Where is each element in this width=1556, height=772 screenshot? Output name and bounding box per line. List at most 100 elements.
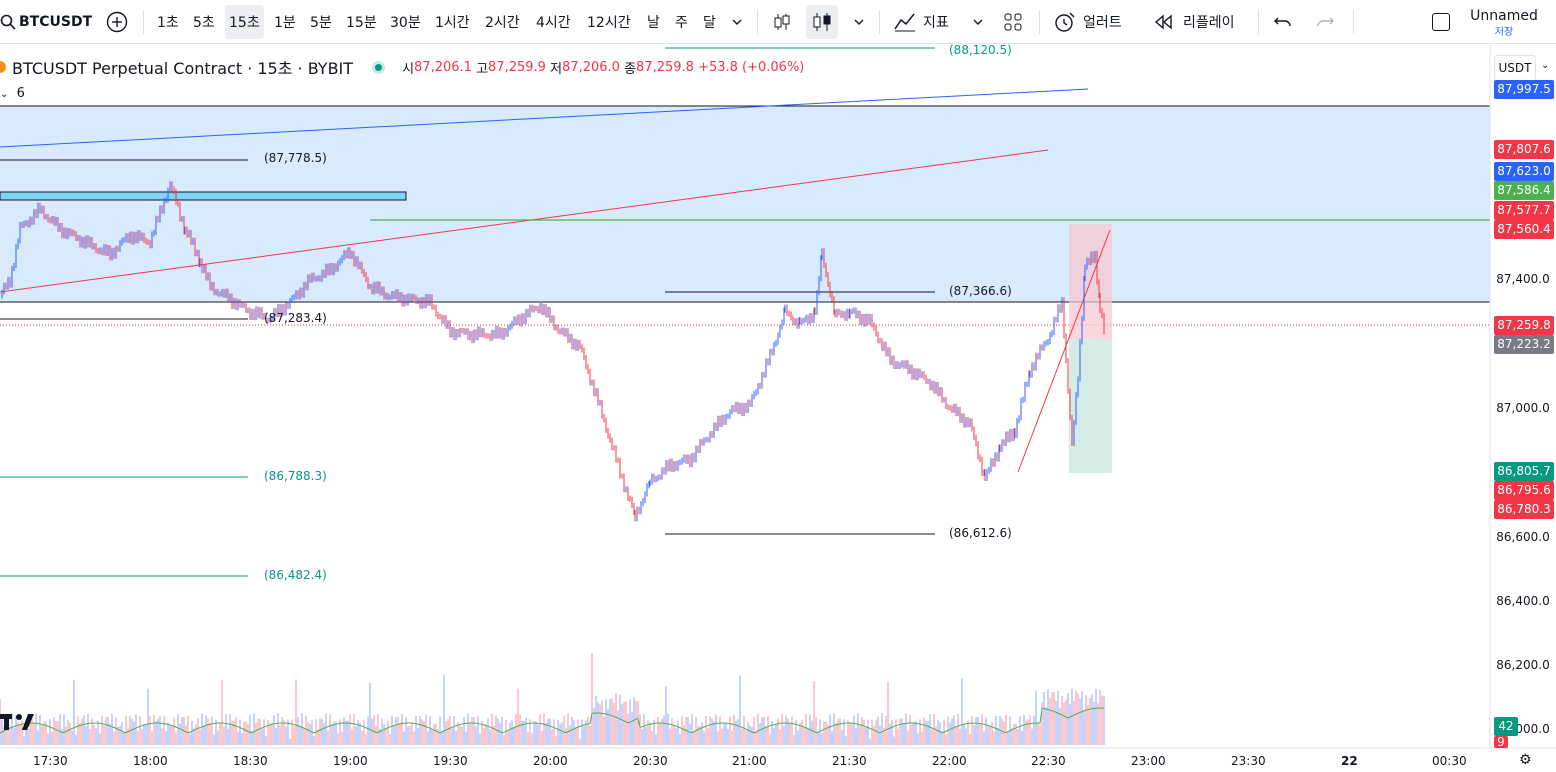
- low-value: 87,206.0: [562, 59, 620, 75]
- interval-1h[interactable]: 1시간: [435, 0, 470, 44]
- annotation-87366: (87,366.6): [949, 284, 1012, 298]
- indicators-label: 지표: [923, 15, 949, 31]
- time-tick: 18:30: [233, 754, 268, 768]
- change-value: +53.8 (+0.06%): [698, 59, 805, 75]
- price-tick: 86,600.0: [1496, 530, 1550, 544]
- interval-month[interactable]: 달: [703, 0, 716, 44]
- interval-15m[interactable]: 15분: [346, 0, 377, 44]
- interval-30m[interactable]: 30분: [390, 0, 421, 44]
- bars-icon: [774, 14, 790, 30]
- separator: [143, 10, 144, 34]
- price-badge: 87,807.6: [1494, 140, 1554, 159]
- chevron-down-icon: [732, 19, 742, 25]
- indicators-collapse-toggle[interactable]: ⌄ 6: [0, 86, 25, 101]
- separator: [1039, 10, 1040, 34]
- chevron-down-icon[interactable]: ⌄: [1541, 60, 1549, 71]
- separator: [757, 10, 758, 34]
- redo-icon: [1317, 17, 1334, 27]
- replay-button[interactable]: 리플레이: [1153, 0, 1235, 44]
- interval-2h[interactable]: 2시간: [485, 0, 520, 44]
- alert-button[interactable]: 얼러트: [1053, 0, 1122, 44]
- templates-button[interactable]: [1003, 0, 1023, 44]
- indicators-dropdown[interactable]: [972, 0, 984, 44]
- chart-type-dropdown[interactable]: [853, 0, 865, 44]
- open-value: 87,206.1: [414, 59, 472, 75]
- annotation-88120: (88,120.5): [949, 43, 1012, 57]
- interval-1m[interactable]: 1분: [274, 0, 296, 44]
- interval-15s[interactable]: 15초: [225, 5, 264, 39]
- symbol-label: BTCUSDT: [19, 14, 93, 30]
- chart-canvas[interactable]: [0, 45, 1556, 772]
- indicators-icon: [894, 13, 915, 32]
- time-tick: 23:00: [1131, 754, 1166, 768]
- undo-icon: [1274, 17, 1291, 27]
- chevron-down-icon: [854, 19, 864, 25]
- price-badge: 86,795.6: [1494, 481, 1554, 500]
- chevron-down-icon: [973, 19, 983, 25]
- time-tick: 18:00: [133, 754, 168, 768]
- price-tick: 86,400.0: [1496, 594, 1550, 608]
- redo-button[interactable]: [1315, 0, 1335, 44]
- interval-1s[interactable]: 1초: [157, 0, 179, 44]
- time-tick: 19:30: [433, 754, 468, 768]
- replay-label: 리플레이: [1183, 15, 1235, 31]
- bar-style-button[interactable]: [771, 0, 793, 44]
- undo-button[interactable]: [1273, 0, 1293, 44]
- symbol-search[interactable]: BTCUSDT: [0, 0, 92, 44]
- search-icon: [0, 14, 16, 30]
- price-badge: 87,223.2: [1494, 335, 1554, 354]
- price-tick: 86,200.0: [1496, 658, 1550, 672]
- time-tick: 22:30: [1031, 754, 1066, 768]
- price-badge: 87,259.8: [1494, 316, 1554, 335]
- time-tick: 22:00: [932, 754, 967, 768]
- time-tick: 17:30: [33, 754, 68, 768]
- currency-selector[interactable]: USDT: [1494, 55, 1536, 81]
- square-icon: [1432, 13, 1450, 31]
- interval-12h[interactable]: 12시간: [587, 0, 631, 44]
- annotation-86612: (86,612.6): [949, 526, 1012, 540]
- layout-checkbox[interactable]: [1432, 0, 1450, 44]
- volume-badge: 9: [1494, 736, 1508, 748]
- close-label: 종: [624, 61, 637, 77]
- price-tick: 87,400.0: [1496, 272, 1550, 286]
- annotation-86788: (86,788.3): [264, 469, 327, 483]
- volume-badge: 42: [1494, 717, 1518, 736]
- time-tick: 19:00: [333, 754, 368, 768]
- price-badge: 86,805.7: [1494, 462, 1554, 481]
- chevron-down-icon: ⌄: [0, 89, 9, 100]
- settings-gear-icon[interactable]: ⚙: [1519, 752, 1532, 768]
- time-tick: 20:30: [633, 754, 668, 768]
- candles-style-button[interactable]: [806, 5, 838, 39]
- time-tick: 20:00: [533, 754, 568, 768]
- separator: [879, 10, 880, 34]
- candles-icon: [813, 13, 831, 31]
- indicators-button[interactable]: 지표: [893, 0, 949, 44]
- interval-5s[interactable]: 5초: [193, 0, 215, 44]
- highlight-box: [0, 191, 407, 201]
- price-badge: 87,623.0: [1494, 162, 1554, 181]
- tradingview-logo[interactable]: [0, 710, 36, 738]
- interval-week[interactable]: 주: [675, 0, 688, 44]
- price-tick: 87,000.0: [1496, 401, 1550, 415]
- high-label: 고: [476, 61, 489, 77]
- separator: [1258, 10, 1259, 34]
- compare-button[interactable]: [106, 0, 128, 44]
- interval-day[interactable]: 날: [647, 0, 660, 44]
- time-tick: 21:00: [732, 754, 767, 768]
- close-value: 87,259.8: [636, 59, 694, 75]
- annotation-87778: (87,778.5): [264, 151, 327, 165]
- interval-4h[interactable]: 4시간: [536, 0, 571, 44]
- plus-circle-icon: [106, 11, 128, 33]
- alarm-clock-icon: [1055, 12, 1075, 32]
- low-label: 저: [550, 61, 563, 77]
- interval-dropdown[interactable]: [731, 0, 743, 44]
- high-value: 87,259.9: [488, 59, 546, 75]
- time-tick: 00:30: [1432, 754, 1467, 768]
- interval-5m[interactable]: 5분: [310, 0, 332, 44]
- alert-label: 얼러트: [1083, 15, 1122, 31]
- layout-name[interactable]: Unnamed 저장: [1462, 8, 1546, 38]
- rewind-icon: [1154, 14, 1172, 30]
- layout-title: Unnamed: [1470, 8, 1538, 24]
- legend-title[interactable]: BTCUSDT Perpetual Contract · 15초 · BYBIT: [12, 55, 353, 79]
- separator: [1353, 10, 1354, 34]
